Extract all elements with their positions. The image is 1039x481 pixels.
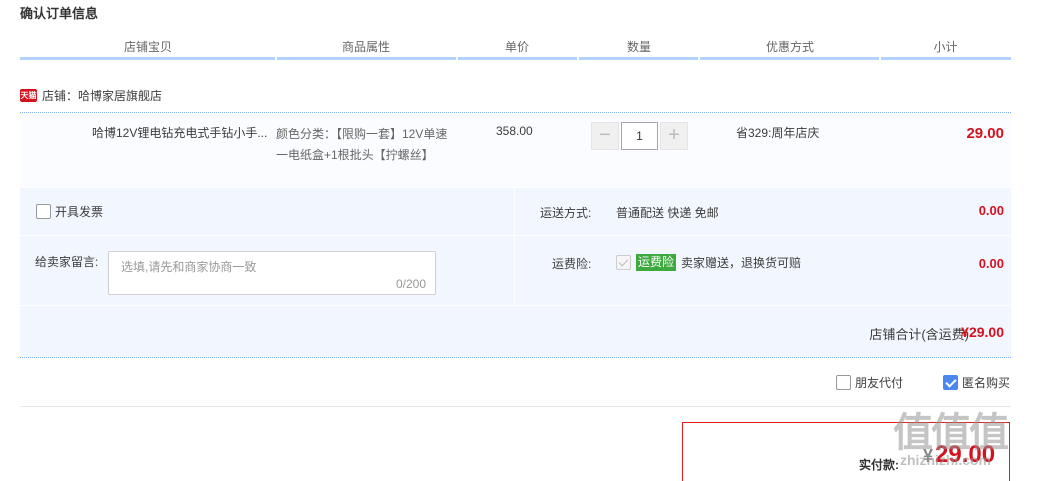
message-label: 给卖家留言: [35,255,99,269]
item-name-link[interactable]: 哈博12V锂电钻充电式手钻小手... [92,124,272,141]
invoice-checkbox[interactable] [36,204,51,219]
insurance-description: 卖家赠送，退换货可赔 [681,256,802,270]
watermark-logo: 值值值 [893,411,1009,455]
payment-label: 实付款: [859,458,899,472]
header-shop-item: 店铺宝贝 [123,40,172,54]
item-attributes: 颜色分类：【限购一套】12V单速 一电纸盒+1根批头【拧螺丝】 [276,124,466,166]
insurance-tag: 运费险 [636,254,677,271]
dotted-divider [20,357,1011,358]
header-attributes: 商品属性 [341,40,390,54]
quantity-input[interactable]: 1 [621,122,658,150]
table-header: 店铺宝贝 商品属性 单价 数量 优惠方式 小计 [20,36,1011,60]
page-title: 确认订单信息 [20,6,99,21]
shop-row: 天猫 店铺：哈博家居旗舰店 [20,86,162,104]
increase-button[interactable]: + [660,122,688,150]
message-counter: 0/200 [395,277,426,291]
message-textarea[interactable]: 选填,请先和商家协商一致 0/200 [108,251,436,295]
header-divider [879,56,881,60]
shop-total-value: ¥29.00 [961,324,1004,340]
decrease-button[interactable]: − [591,122,619,150]
message-placeholder: 选填,请先和商家协商一致 [121,260,257,274]
panel-divider [20,235,1011,236]
header-unit-price: 单价 [504,40,529,54]
shipping-label: 运送方式: [540,206,592,220]
header-promotion: 优惠方式 [765,40,814,54]
header-divider [456,56,458,60]
insurance-option: 运费险 卖家赠送，退换货可赔 [616,254,801,271]
header-divider [275,56,277,60]
invoice-option[interactable]: 开具发票 [36,203,103,220]
tmall-icon: 天猫 [20,88,37,102]
anonymous-label: 匿名购买 [962,376,1011,390]
shop-name-link[interactable]: 店铺：哈博家居旗舰店 [42,87,162,104]
header-underline [20,57,1011,60]
header-divider [577,56,579,60]
item-subtotal: 29.00 [966,125,1004,142]
quantity-stepper: − 1 + [591,122,688,150]
friend-pay-label: 朋友代付 [855,376,904,390]
item-attr-line: 一电纸盒+1根批头【拧螺丝】 [276,148,434,162]
header-subtotal: 小计 [933,40,958,54]
shipping-method: 普通配送 快递 免邮 [616,206,719,220]
panel-divider [514,188,515,305]
header-divider [698,56,700,60]
shipping-fee: 0.00 [978,203,1004,218]
watermark-site: zhizhizhi.com [900,452,991,468]
insurance-checkbox [616,255,631,270]
promotion-text: 省329:周年店庆 [736,126,820,140]
item-attr-line: 颜色分类：【限购一套】12V单速 [276,127,448,141]
anonymous-checkbox[interactable] [943,375,958,390]
header-quantity: 数量 [626,40,651,54]
insurance-fee: 0.00 [978,256,1004,271]
invoice-label: 开具发票 [55,205,104,219]
friend-pay-checkbox[interactable] [836,375,851,390]
insurance-label: 运费险: [552,257,592,271]
section-divider [20,406,1011,407]
unit-price: 358.00 [496,124,533,138]
anonymous-option[interactable]: 匿名购买 [943,374,1010,391]
shop-total-label: 店铺合计(含运费) [869,327,969,342]
friend-pay-option[interactable]: 朋友代付 [836,374,903,391]
panel-divider [20,305,1011,306]
